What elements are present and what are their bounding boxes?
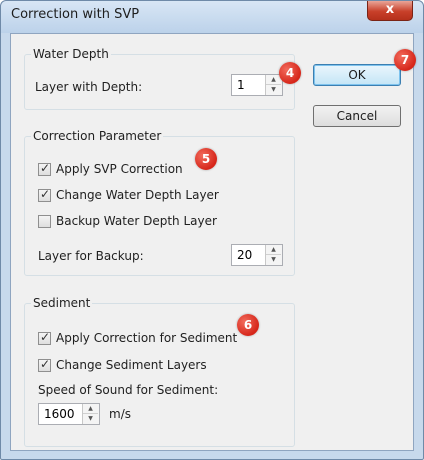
dialog-client-area: Water Depth Layer with Depth: 1 ▲ ▼ Corr…: [10, 33, 414, 451]
change-sediment-layers-label[interactable]: Change Sediment Layers: [56, 358, 207, 372]
annotation-badge-5: 5: [195, 148, 217, 170]
annotation-badge-4: 4: [279, 62, 301, 84]
speed-of-sound-label: Speed of Sound for Sediment:: [38, 383, 219, 397]
apply-sediment-correction-label[interactable]: Apply Correction for Sediment: [56, 331, 237, 345]
layer-for-backup-label: Layer for Backup:: [38, 249, 144, 263]
title-bar[interactable]: Correction with SVP x: [1, 1, 423, 33]
layer-for-backup-value[interactable]: 20: [237, 248, 252, 262]
layer-for-backup-spinner[interactable]: 20 ▲ ▼: [231, 244, 283, 266]
checkmark-icon: ✓: [40, 161, 51, 175]
arrow-up-icon[interactable]: ▲: [83, 404, 98, 414]
arrow-down-icon[interactable]: ▼: [266, 85, 281, 95]
change-water-depth-layer-label[interactable]: Change Water Depth Layer: [56, 188, 219, 202]
layer-with-depth-value[interactable]: 1: [237, 78, 245, 92]
spinner-arrows: ▲ ▼: [265, 245, 282, 265]
dialog-window: Correction with SVP x Water Depth Layer …: [0, 0, 424, 460]
water-depth-group: Water Depth Layer with Depth: 1 ▲ ▼: [24, 47, 295, 110]
spinner-arrows: ▲ ▼: [82, 404, 99, 424]
checkmark-icon: ✓: [40, 330, 51, 344]
correction-parameter-group: Correction Parameter ✓ Apply SVP Correct…: [24, 129, 295, 276]
change-sediment-layers-checkbox[interactable]: ✓: [38, 357, 51, 372]
annotation-badge-7: 7: [394, 49, 416, 71]
apply-sediment-correction-checkbox[interactable]: ✓: [38, 330, 51, 345]
speed-unit-label: m/s: [109, 407, 131, 421]
arrow-up-icon[interactable]: ▲: [266, 245, 281, 255]
sediment-legend: Sediment: [31, 296, 93, 310]
speed-of-sound-value[interactable]: 1600: [44, 407, 75, 421]
layer-with-depth-label: Layer with Depth:: [35, 80, 143, 94]
close-button[interactable]: x: [367, 1, 413, 21]
close-icon: x: [385, 2, 395, 17]
ok-button[interactable]: OK: [313, 64, 401, 86]
arrow-down-icon[interactable]: ▼: [83, 414, 98, 424]
change-water-depth-layer-checkbox[interactable]: ✓: [38, 187, 51, 202]
apply-svp-label[interactable]: Apply SVP Correction: [56, 162, 183, 176]
checkmark-icon: ✓: [40, 187, 51, 201]
apply-svp-checkbox[interactable]: ✓: [38, 161, 51, 176]
annotation-badge-6: 6: [237, 314, 259, 336]
cancel-button[interactable]: Cancel: [313, 105, 401, 127]
window-title: Correction with SVP: [11, 7, 140, 22]
backup-water-depth-layer-label[interactable]: Backup Water Depth Layer: [56, 214, 217, 228]
water-depth-legend: Water Depth: [31, 47, 111, 61]
layer-with-depth-spinner[interactable]: 1 ▲ ▼: [231, 74, 283, 96]
arrow-down-icon[interactable]: ▼: [266, 255, 281, 265]
checkmark-icon: ✓: [40, 357, 51, 371]
backup-water-depth-layer-checkbox[interactable]: [38, 215, 51, 228]
correction-parameter-legend: Correction Parameter: [31, 129, 164, 143]
speed-of-sound-spinner[interactable]: 1600 ▲ ▼: [38, 403, 100, 425]
